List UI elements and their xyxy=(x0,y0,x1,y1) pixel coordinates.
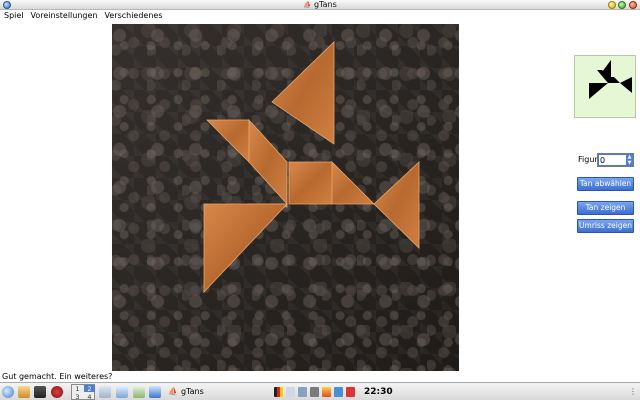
tan-small-triangle-right[interactable] xyxy=(331,161,375,205)
workspace-3[interactable]: 3 xyxy=(72,393,83,400)
tan-large-triangle-top[interactable] xyxy=(271,41,335,145)
terminal-icon[interactable] xyxy=(34,386,46,398)
workspace-2[interactable]: 2 xyxy=(84,385,95,393)
power-icon[interactable] xyxy=(346,387,355,397)
tan-large-triangle-bottom[interactable] xyxy=(203,203,288,294)
tan-parallelogram[interactable] xyxy=(248,118,288,206)
printer-icon[interactable] xyxy=(310,387,319,397)
deselect-tan-button[interactable]: Tan abwählen xyxy=(577,177,634,191)
workspace-1[interactable]: 1 xyxy=(72,385,83,393)
workspace-4[interactable]: 4 xyxy=(84,393,95,400)
window-title-text: gTans xyxy=(313,0,337,9)
home-folder-icon[interactable] xyxy=(18,386,30,398)
files-icon[interactable] xyxy=(149,386,161,398)
show-outline-button[interactable]: Umriss zeigen xyxy=(577,219,634,233)
tangram-board[interactable] xyxy=(112,24,459,371)
title-bar: ⛵ gTans xyxy=(0,0,640,10)
task-title: gTans xyxy=(180,387,204,396)
clipboard-icon[interactable] xyxy=(286,387,295,397)
show-tan-button[interactable]: Tan zeigen xyxy=(577,201,634,215)
game-launcher-icon[interactable] xyxy=(51,386,63,398)
tangram-app-icon: ⛵ xyxy=(303,1,312,9)
menu-verschiedenes[interactable]: Verschiedenes xyxy=(101,10,166,22)
start-menu-icon[interactable] xyxy=(2,386,14,398)
figure-silhouette xyxy=(589,60,632,99)
minimize-button[interactable] xyxy=(608,1,616,9)
network-icon[interactable] xyxy=(298,387,307,397)
workspace-pager[interactable]: 1 2 3 4 xyxy=(71,384,95,400)
editor-icon[interactable] xyxy=(133,386,145,398)
status-message: Gut gemacht. Ein weiteres? xyxy=(2,372,113,381)
tangram-figure xyxy=(203,41,420,294)
volume-icon[interactable] xyxy=(334,387,343,397)
clock: 22:30 xyxy=(364,387,393,397)
maximize-button[interactable] xyxy=(618,1,626,9)
tan-medium-triangle-right[interactable] xyxy=(373,161,420,249)
browser-icon[interactable] xyxy=(99,386,111,398)
figure-number-spinner[interactable]: ▲▼ xyxy=(597,153,634,167)
spinner-arrows-icon[interactable]: ▲ ▼ xyxy=(626,154,633,166)
tan-medium-triangle-left[interactable] xyxy=(206,119,250,163)
taskbar-task-gtans[interactable]: ⛵ gTans xyxy=(168,384,204,400)
mail-icon[interactable] xyxy=(116,386,128,398)
tan-square[interactable] xyxy=(288,161,333,205)
figure-label: Figur xyxy=(578,155,598,164)
figure-number-input[interactable] xyxy=(598,154,627,166)
menu-bar: Spiel Voreinstellungen Verschiedenes xyxy=(0,10,640,22)
close-button[interactable] xyxy=(629,1,637,9)
menu-spiel[interactable]: Spiel xyxy=(0,10,27,22)
panel-handle-icon[interactable]: ⋮ xyxy=(628,385,638,399)
taskbar: 1 2 3 4 ⛵ gTans 22:30 ⋮ xyxy=(0,382,640,400)
tangram-task-icon: ⛵ xyxy=(168,387,178,396)
figure-preview xyxy=(574,55,636,118)
warning-icon[interactable] xyxy=(322,387,331,397)
gtans-window: ⛵ gTans Spiel Voreinstellungen Verschiede… xyxy=(0,0,640,400)
keyboard-layout-icon[interactable] xyxy=(274,387,283,397)
menu-voreinstellungen[interactable]: Voreinstellungen xyxy=(27,10,101,22)
